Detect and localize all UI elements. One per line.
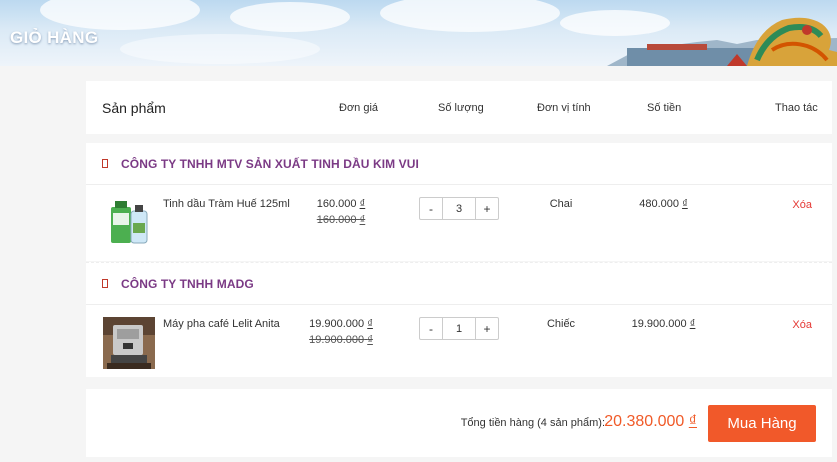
quantity-input[interactable]: 1 <box>443 318 475 339</box>
cart-footer: Tổng tiền hàng (4 sản phẩm): 20.380.000 … <box>86 389 832 457</box>
shop-group: CÔNG TY TNHH MADG Máy pha café Lelit Ani… <box>86 262 832 377</box>
product-image[interactable] <box>103 317 155 369</box>
unit-of-measure: Chai <box>549 198 573 210</box>
header-actions: Thao tác <box>775 101 818 114</box>
total-value: 20.380.000 ₫ <box>604 413 697 430</box>
currency-symbol: ₫ <box>367 318 373 330</box>
quantity-stepper: - 3 + <box>419 197 499 220</box>
price-original: 19.900.000 ₫ <box>309 334 373 346</box>
total-label: Tổng tiền hàng (4 sản phẩm): <box>460 417 605 429</box>
header-quantity: Số lượng <box>438 101 484 114</box>
line-amount: 480.000 ₫ <box>639 198 688 210</box>
line-amount: 19.900.000 ₫ <box>631 318 696 330</box>
header-unit: Đơn vị tính <box>537 101 591 114</box>
page-banner: GIỎ HÀNG <box>0 0 837 66</box>
checkbox-icon[interactable] <box>102 159 108 168</box>
checkout-button[interactable]: Mua Hàng <box>708 405 816 442</box>
quantity-stepper: - 1 + <box>419 317 499 340</box>
quantity-increase-button[interactable]: + <box>475 198 498 219</box>
quantity-input[interactable]: 3 <box>443 198 475 219</box>
header-amount: Số tiền <box>647 101 682 114</box>
shop-group: CÔNG TY TNHH MTV SẢN XUẤT TINH DẦU KIM V… <box>86 143 832 261</box>
product-name[interactable]: Máy pha café Lelit Anita <box>163 318 280 330</box>
quantity-increase-button[interactable]: + <box>475 318 498 339</box>
checkbox-icon[interactable] <box>102 279 108 288</box>
price-original: 160.000 ₫ <box>316 214 366 226</box>
header-unit-price: Đơn giá <box>339 101 379 114</box>
unit-price: 19.900.000 ₫ 19.900.000 ₫ <box>286 318 396 346</box>
page-title: GIỎ HÀNG <box>10 28 99 47</box>
shop-header: CÔNG TY TNHH MTV SẢN XUẤT TINH DẦU KIM V… <box>86 143 832 185</box>
dragon-roof-illustration <box>607 17 837 66</box>
unit-of-measure: Chiếc <box>546 318 576 330</box>
unit-price: 160.000 ₫ 160.000 ₫ <box>286 198 396 226</box>
delete-link[interactable]: Xóa <box>792 319 812 331</box>
product-image[interactable] <box>103 197 155 249</box>
currency-symbol: ₫ <box>359 198 366 210</box>
shop-name: CÔNG TY TNHH MADG <box>121 277 254 291</box>
cart-table-header: Sản phẩm Đơn giá Số lượng Đơn vị tính Số… <box>86 81 832 134</box>
shop-header: CÔNG TY TNHH MADG <box>86 263 832 305</box>
product-name[interactable]: Tinh dầu Tràm Huế 125ml <box>163 198 290 210</box>
shop-name: CÔNG TY TNHH MTV SẢN XUẤT TINH DẦU KIM V… <box>121 157 419 171</box>
price-current: 19.900.000 <box>309 318 365 330</box>
quantity-decrease-button[interactable]: - <box>420 198 443 219</box>
quantity-decrease-button[interactable]: - <box>420 318 443 339</box>
price-current: 160.000 <box>316 198 357 210</box>
delete-link[interactable]: Xóa <box>792 199 812 211</box>
header-product: Sản phẩm <box>102 99 166 116</box>
